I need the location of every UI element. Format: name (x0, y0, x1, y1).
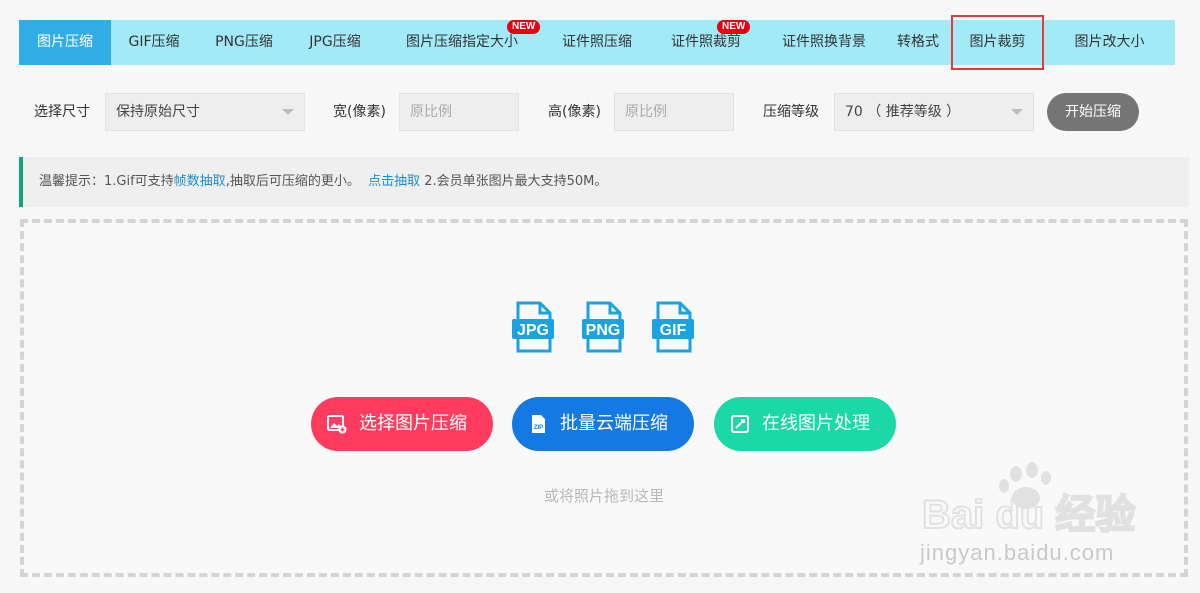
tab-image-resize[interactable]: 图片改大小 (1044, 20, 1175, 65)
jpg-label: JPG (517, 322, 549, 339)
tab-png-compress[interactable]: PNG压缩 (197, 20, 291, 65)
width-input[interactable]: 原比例 (399, 93, 519, 131)
zip-file-icon: ZIP (532, 415, 545, 433)
size-label: 选择尺寸 (34, 104, 90, 120)
tab-gif-compress[interactable]: GIF压缩 (111, 20, 197, 65)
tab-label: 图片压缩指定大小 (406, 34, 518, 50)
tab-label: 图片改大小 (1074, 34, 1145, 50)
chevron-down-icon (1011, 109, 1023, 115)
jpg-file-icon: JPG (512, 301, 554, 353)
png-file-icon: PNG (582, 301, 624, 353)
tab-label: 图片压缩 (37, 34, 93, 50)
tab-compress-to-size[interactable]: 图片压缩指定大小 NEW (379, 20, 545, 65)
tip-banner: 温馨提示：1.Gif可支持帧数抽取,抽取后可压缩的更小。 点击抽取 2.会员单张… (19, 157, 1189, 207)
compress-options: 选择尺寸 保持原始尺寸 宽(像素) 原比例 高(像素) 原比例 压缩等级 70 … (0, 93, 1200, 131)
gif-label: GIF (660, 322, 687, 339)
tab-image-crop[interactable]: 图片裁剪 (951, 15, 1044, 70)
batch-cloud-compress-button[interactable]: ZIP 批量云端压缩 (512, 397, 694, 451)
tab-label: JPG压缩 (309, 34, 361, 50)
frame-extract-link[interactable]: 帧数抽取 (174, 174, 226, 189)
width-placeholder: 原比例 (410, 104, 452, 120)
png-label: PNG (586, 322, 621, 339)
tab-label: 证件照压缩 (562, 34, 632, 50)
tip-prefix: 温馨提示：1.Gif可支持 (39, 174, 174, 189)
height-placeholder: 原比例 (625, 104, 667, 120)
tab-id-photo-background[interactable]: 证件照换背景 (763, 20, 885, 65)
online-image-edit-button[interactable]: 在线图片处理 (714, 397, 896, 451)
height-input[interactable]: 原比例 (614, 93, 734, 131)
size-select-value: 保持原始尺寸 (116, 104, 200, 120)
tip-middle: ,抽取后可压缩的更小。 (225, 174, 360, 189)
level-select[interactable]: 70 （ 推荐等级 ） (834, 93, 1034, 131)
width-label: 宽(像素) (333, 104, 386, 120)
size-select[interactable]: 保持原始尺寸 (105, 93, 305, 131)
tab-jpg-compress[interactable]: JPG压缩 (291, 20, 379, 65)
watermark-brand: Bai du 经验 (922, 493, 1135, 537)
tab-label: PNG压缩 (215, 34, 273, 50)
batch-compress-label: 批量云端压缩 (560, 413, 668, 434)
watermark-url: jingyan.baidu.com (920, 540, 1115, 565)
tip-suffix: 2.会员单张图片最大支持50M。 (420, 174, 608, 189)
gif-file-icon: GIF (652, 301, 694, 353)
new-badge: NEW (717, 20, 751, 34)
level-label: 压缩等级 (763, 104, 819, 120)
online-edit-label: 在线图片处理 (762, 413, 870, 434)
tab-label: 证件照裁剪 (671, 34, 741, 50)
feature-tab-bar: 图片压缩 GIF压缩 PNG压缩 JPG压缩 图片压缩指定大小 NEW 证件照压缩… (19, 15, 1175, 70)
tab-convert-format[interactable]: 转格式 (885, 20, 951, 65)
tab-label: 图片裁剪 (969, 34, 1026, 50)
tab-label: 转格式 (897, 34, 939, 50)
image-edit-icon (731, 415, 749, 433)
click-extract-link[interactable]: 点击抽取 (368, 174, 420, 189)
height-label: 高(像素) (548, 104, 601, 120)
tab-label: GIF压缩 (128, 34, 180, 50)
new-badge: NEW (507, 20, 541, 34)
select-image-label: 选择图片压缩 (359, 413, 467, 434)
tab-id-photo-compress[interactable]: 证件照压缩 (545, 20, 649, 65)
tab-label: 证件照换背景 (782, 34, 866, 50)
start-compress-button[interactable]: 开始压缩 (1047, 93, 1139, 131)
select-image-button[interactable]: 选择图片压缩 (311, 397, 493, 451)
zip-label: ZIP (534, 425, 543, 431)
chevron-down-icon (282, 109, 294, 115)
tab-id-photo-crop[interactable]: 证件照裁剪 NEW (649, 20, 763, 65)
level-select-value: 70 （ 推荐等级 ） (845, 104, 961, 120)
add-image-icon (327, 415, 347, 434)
tab-image-compress[interactable]: 图片压缩 (19, 20, 111, 65)
